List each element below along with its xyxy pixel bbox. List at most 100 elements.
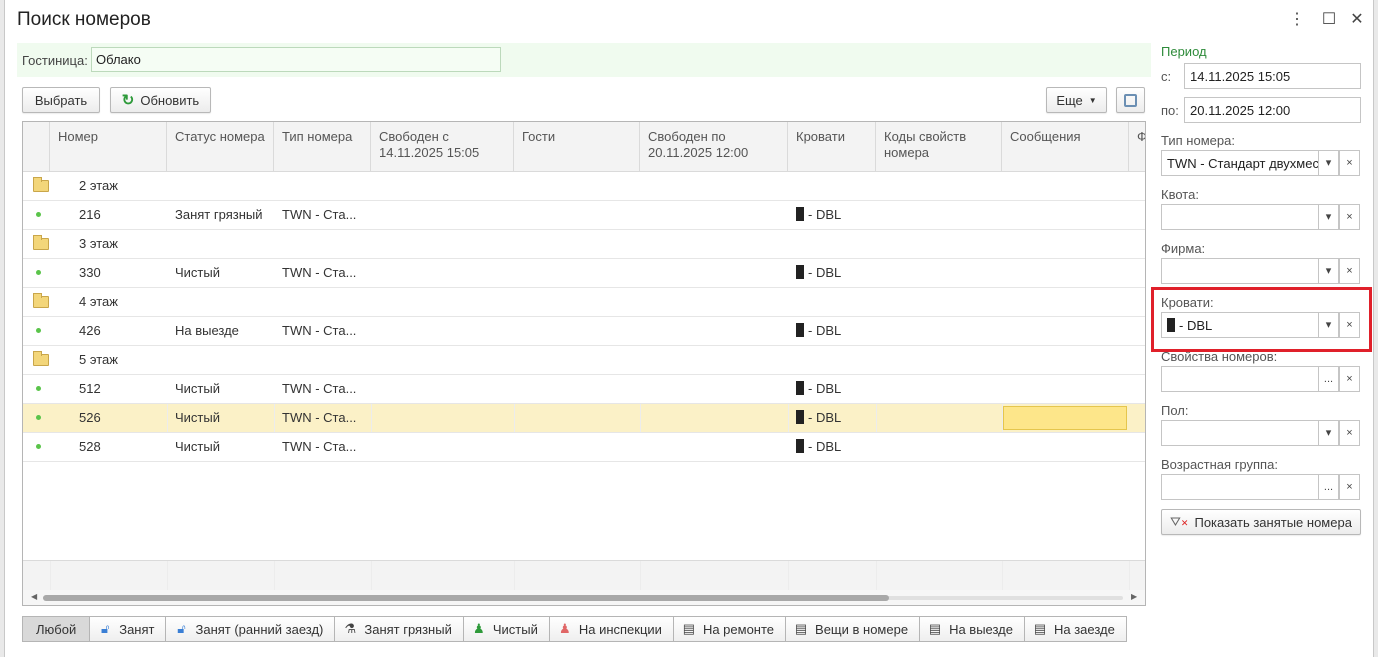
room-beds-label: - DBL [808,410,842,425]
room-status: Чистый [175,439,220,454]
more-menu-icon[interactable]: ⋮ [1287,9,1307,29]
folder-icon [33,351,49,366]
hotel-field[interactable]: Облако [91,47,501,72]
dropdown-icon[interactable]: ▾ [1318,204,1339,230]
room-status: Чистый [175,410,220,425]
show-occupied-label: Показать занятые номера [1194,514,1352,530]
room-type: TWN - Ста... [282,410,357,425]
quota-field[interactable] [1161,204,1319,230]
table-row[interactable]: 426 На выезде TWN - Ста... - DBL [23,317,1145,346]
repair-icon: ▤ [682,621,696,636]
dropdown-icon[interactable]: ▾ [1318,258,1339,284]
clear-icon[interactable]: × [1339,150,1360,176]
filter-occupied[interactable]: 🔓︎ Занят [90,616,167,642]
scroll-left-icon[interactable]: ◀ [31,592,37,601]
header-property-codes[interactable]: Коды свойств номера [876,122,1002,172]
filter-items[interactable]: ▤ Вещи в номере [786,616,921,642]
filter-checkin[interactable]: ▤ На заезде [1024,616,1127,642]
filter-inspection[interactable]: ♟ На инспекции [549,616,674,642]
header-free-from[interactable]: Свободен с 14.11.2025 15:05 [371,122,514,172]
filter-repair[interactable]: ▤ На ремонте [673,616,787,642]
hotel-label: Гостиница: [22,53,88,68]
current-cell[interactable] [1003,406,1127,430]
clear-icon[interactable]: × [1339,420,1360,446]
status-filter-tabs: Любой 🔓︎ Занят 🔓︎ Занят (ранний заезд) ⚗ За… [22,616,1127,642]
checkout-icon: ▤ [928,621,942,636]
clear-icon[interactable]: × [1339,366,1360,392]
refresh-button[interactable]: ↻ Обновить [110,87,211,113]
gender-label: Пол: [1161,403,1189,418]
filter-label: Занят (ранний заезд) [195,621,324,637]
props-field[interactable] [1161,366,1319,392]
room-beds: - DBL [788,259,849,288]
filter-any[interactable]: Любой [22,616,91,642]
group-row[interactable]: 3 этаж [23,230,1145,259]
age-field[interactable] [1161,474,1319,500]
settings-button[interactable] [1116,87,1145,113]
filter-label: Любой [36,621,77,637]
clear-icon[interactable]: × [1339,474,1360,500]
close-icon[interactable]: ✕ [1347,9,1367,29]
group-label: 5 этаж [79,352,118,367]
from-date-field[interactable]: 14.11.2025 15:05 [1184,63,1361,89]
room-number: 216 [79,207,101,222]
filter-occupied-early[interactable]: 🔓︎ Занят (ранний заезд) [166,616,336,642]
filter-dirty[interactable]: ⚗ Занят грязный [335,616,464,642]
inspection-icon: ♟ [559,621,571,636]
more-button[interactable]: Еще ▼ [1046,87,1107,113]
period-label: Период [1161,44,1207,59]
dropdown-icon[interactable]: ▾ [1318,420,1339,446]
items-icon: ▤ [794,621,808,636]
group-row[interactable]: 2 этаж [23,172,1145,201]
room-beds: - DBL [788,201,849,230]
select-button[interactable]: Выбрать [22,87,100,113]
scroll-thumb[interactable] [43,595,889,601]
window-title: Поиск номеров [17,9,151,30]
horizontal-scrollbar[interactable]: ◀ ▶ [23,590,1145,605]
scroll-right-icon[interactable]: ▶ [1131,592,1137,601]
company-field[interactable] [1161,258,1319,284]
dropdown-icon[interactable]: ▾ [1318,150,1339,176]
table-row[interactable]: 528 Чистый TWN - Ста... - DBL [23,433,1145,462]
refresh-button-label: Обновить [140,92,200,108]
header-number[interactable]: Номер [50,122,167,172]
filter-checkout[interactable]: ▤ На выезде [920,616,1025,642]
room-type: TWN - Ста... [282,207,357,222]
maximize-icon[interactable]: ☐ [1319,9,1339,29]
occupied-icon: 🔓︎ [101,621,110,636]
choose-icon[interactable]: ... [1318,474,1339,500]
age-label: Возрастная группа: [1161,457,1278,472]
filter-label: Чистый [492,621,538,637]
select-button-label: Выбрать [34,92,88,108]
header-guests[interactable]: Гости [514,122,640,172]
header-beds[interactable]: Кровати [788,122,876,172]
clean-icon: ♟ [473,621,485,636]
header-status[interactable]: Статус номера [167,122,274,172]
folder-icon [33,235,49,250]
table-row[interactable]: 216 Занят грязный TWN - Ста... - DBL [23,201,1145,230]
header-messages[interactable]: Сообщения [1002,122,1129,172]
quota-label: Квота: [1161,187,1199,202]
header-free-to[interactable]: Свободен по 20.11.2025 12:00 [640,122,788,172]
table-row[interactable]: 330 Чистый TWN - Ста... - DBL [23,259,1145,288]
group-row[interactable]: 5 этаж [23,346,1145,375]
group-row[interactable]: 4 этаж [23,288,1145,317]
table-row[interactable]: 512 Чистый TWN - Ста... - DBL [23,375,1145,404]
gender-field[interactable] [1161,420,1319,446]
room-type-field[interactable]: TWN - Стандарт двухмест [1161,150,1319,176]
clear-icon[interactable]: × [1339,204,1360,230]
table-row-selected[interactable]: 526 Чистый TWN - Ста... - DBL [23,404,1145,433]
header-type[interactable]: Тип номера [274,122,371,172]
show-occupied-button[interactable]: ⛛✕ Показать занятые номера [1161,509,1361,535]
grid-footer [23,560,1145,591]
room-beds-label: - DBL [808,265,842,280]
to-date-field[interactable]: 20.11.2025 12:00 [1184,97,1361,123]
header-more[interactable]: Ф [1129,122,1145,172]
room-type-label: Тип номера: [1161,133,1235,148]
room-status: Чистый [175,381,220,396]
choose-icon[interactable]: ... [1318,366,1339,392]
filter-clean[interactable]: ♟ Чистый [463,616,550,642]
status-dot-icon [36,212,41,217]
chevron-down-icon: ▼ [1088,95,1097,105]
clear-icon[interactable]: × [1339,258,1360,284]
